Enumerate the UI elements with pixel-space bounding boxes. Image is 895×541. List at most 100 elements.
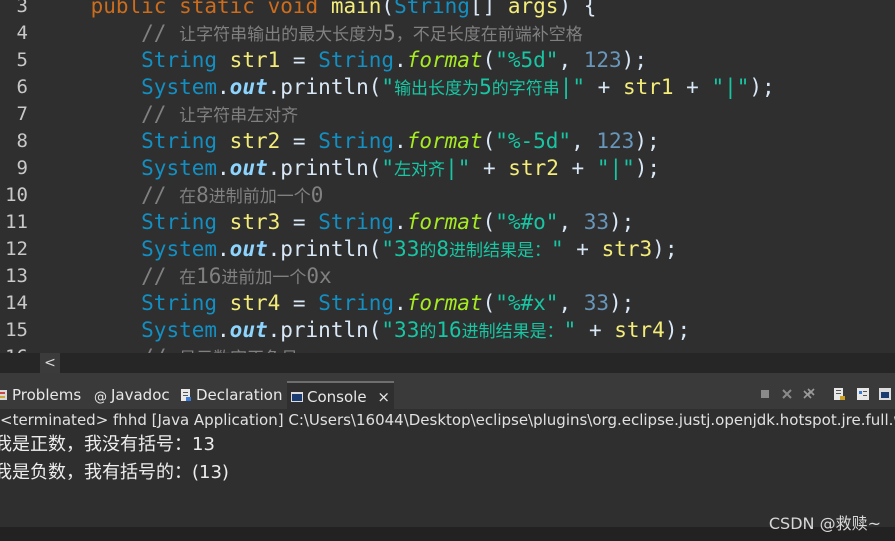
code-token: |" (559, 75, 586, 99)
console-output[interactable]: 我是正数，我没有括号：13 我是负数，我有括号的：(13) (0, 431, 895, 527)
code-token: public (90, 0, 167, 18)
console-launch-description: <terminated> fhhd [Java Application] C:\… (0, 409, 895, 431)
watermark: CSDN @救赎~ (768, 514, 881, 533)
code-token: "%#x" (495, 291, 559, 315)
code-token: ); (609, 210, 635, 234)
code-token: + (576, 318, 615, 342)
code-editor[interactable]: 3 public static void main(String[] args)… (0, 0, 895, 353)
problems-icon (0, 390, 7, 400)
code-token: 的字符串 (491, 79, 560, 99)
code-token: " (381, 75, 395, 99)
code-line[interactable]: 7 // 让字符串左对齐 (0, 101, 895, 128)
scroll-lock-icon[interactable] (832, 387, 846, 401)
code-token: 0x (306, 264, 332, 288)
code-token: String (318, 48, 395, 72)
declaration-icon (181, 389, 191, 401)
code-token: ); (749, 75, 775, 99)
code-line[interactable]: 3 public static void main(String[] args)… (0, 0, 895, 20)
display-console-icon[interactable] (878, 387, 892, 401)
line-number: 6 (16, 76, 28, 98)
terminate-icon[interactable] (758, 387, 772, 401)
line-number: 14 (5, 292, 28, 314)
code-token: "%-5d" (495, 129, 572, 153)
code-token: 进制结果是： (449, 241, 551, 261)
line-number: 8 (16, 130, 28, 152)
code-token: 进制结果是： (461, 322, 564, 342)
code-token: str4 (614, 318, 665, 342)
code-line[interactable]: 11 String str3 = String.format("%#o", 33… (0, 209, 895, 236)
code-token: str1 (622, 75, 674, 99)
code-token: ) { (558, 0, 597, 18)
line-number: 11 (5, 211, 28, 233)
line-number: 10 (5, 184, 28, 206)
view-tab-bar: Problems @ Javadoc Declaration Console × (0, 381, 895, 409)
code-token: args (507, 0, 559, 18)
remove-launch-icon[interactable] (780, 387, 794, 401)
scroll-left-arrow-icon[interactable]: < (40, 353, 60, 373)
code-text: // 让字符串左对齐 (40, 101, 298, 130)
code-text: public static void main(String[] args) { (40, 0, 597, 20)
code-token: + (673, 75, 712, 99)
line-number: 4 (16, 22, 28, 44)
code-token: = (280, 291, 319, 315)
code-line[interactable]: 4 // 让字符串输出的最大长度为5，不足长度在前端补空格 (0, 20, 895, 47)
code-token: String (141, 210, 218, 234)
code-token: "|" (596, 156, 635, 180)
code-text: System.out.println("左对齐|" + str2 + "|"); (40, 155, 660, 184)
code-token: = (280, 210, 319, 234)
code-token: 0 (310, 183, 324, 207)
code-line[interactable]: 8 String str2 = String.format("%-5d", 12… (0, 128, 895, 155)
code-token: 5 (479, 75, 492, 99)
code-token: 33 (583, 210, 610, 234)
code-token: "33 (381, 318, 420, 342)
code-line[interactable]: 13 // 在16进前加一个0x (0, 263, 895, 290)
code-token: // (141, 264, 180, 288)
code-token: + (585, 75, 623, 99)
code-token: System (141, 75, 218, 99)
code-line[interactable]: 9 System.out.println("左对齐|" + str2 + "|"… (0, 155, 895, 182)
tab-declaration[interactable]: Declaration (180, 381, 282, 409)
code-token: str3 (601, 237, 653, 261)
code-token: ( (381, 0, 395, 18)
code-line[interactable]: 6 System.out.println("输出长度为5的字符串|" + str… (0, 74, 895, 101)
code-token: String (318, 210, 395, 234)
code-token: 左对齐 (394, 160, 446, 180)
tab-javadoc-label: Javadoc (111, 386, 170, 404)
code-token: ); (609, 291, 635, 315)
pin-console-icon[interactable] (856, 387, 870, 401)
horizontal-scrollbar[interactable]: < (0, 353, 895, 373)
code-line[interactable]: 14 String str4 = String.format("%#x", 33… (0, 290, 895, 317)
code-text: System.out.println("33的16进制结果是：" + str4)… (40, 317, 690, 346)
code-token: "%5d" (495, 48, 559, 72)
code-line[interactable]: 10 // 在8进制前加一个0 (0, 182, 895, 209)
code-token: String (141, 48, 218, 72)
code-line[interactable]: 16 // 显示数字正负号 (0, 344, 895, 353)
code-token: System (141, 237, 218, 261)
code-token: [] (469, 0, 508, 18)
code-token: String (141, 291, 218, 315)
code-line[interactable]: 15 System.out.println("33的16进制结果是：" + st… (0, 317, 895, 344)
tab-javadoc[interactable]: @ Javadoc (94, 381, 170, 409)
code-line[interactable]: 5 String str1 = String.format("%5d", 123… (0, 47, 895, 74)
tab-console[interactable]: Console × (287, 381, 394, 409)
code-token: ); (621, 48, 647, 72)
code-token: ，不足长度在前端补空格 (395, 25, 583, 45)
code-token: "|" (711, 75, 750, 99)
bottom-border (0, 527, 895, 541)
console-output-line: 我是正数，我没有括号：13 (0, 434, 215, 455)
code-token: 33 (583, 291, 610, 315)
code-token: str2 (229, 129, 281, 153)
code-text: // 在8进制前加一个0 (40, 182, 323, 211)
code-token: + (558, 156, 597, 180)
tab-problems[interactable]: Problems (0, 381, 81, 409)
code-line[interactable]: 12 System.out.println("33的8进制结果是：" + str… (0, 236, 895, 263)
code-token: out (229, 156, 268, 180)
remove-all-icon[interactable] (802, 387, 816, 401)
code-token: = (280, 48, 319, 72)
code-token: String (394, 0, 470, 18)
close-icon[interactable]: × (377, 388, 390, 406)
